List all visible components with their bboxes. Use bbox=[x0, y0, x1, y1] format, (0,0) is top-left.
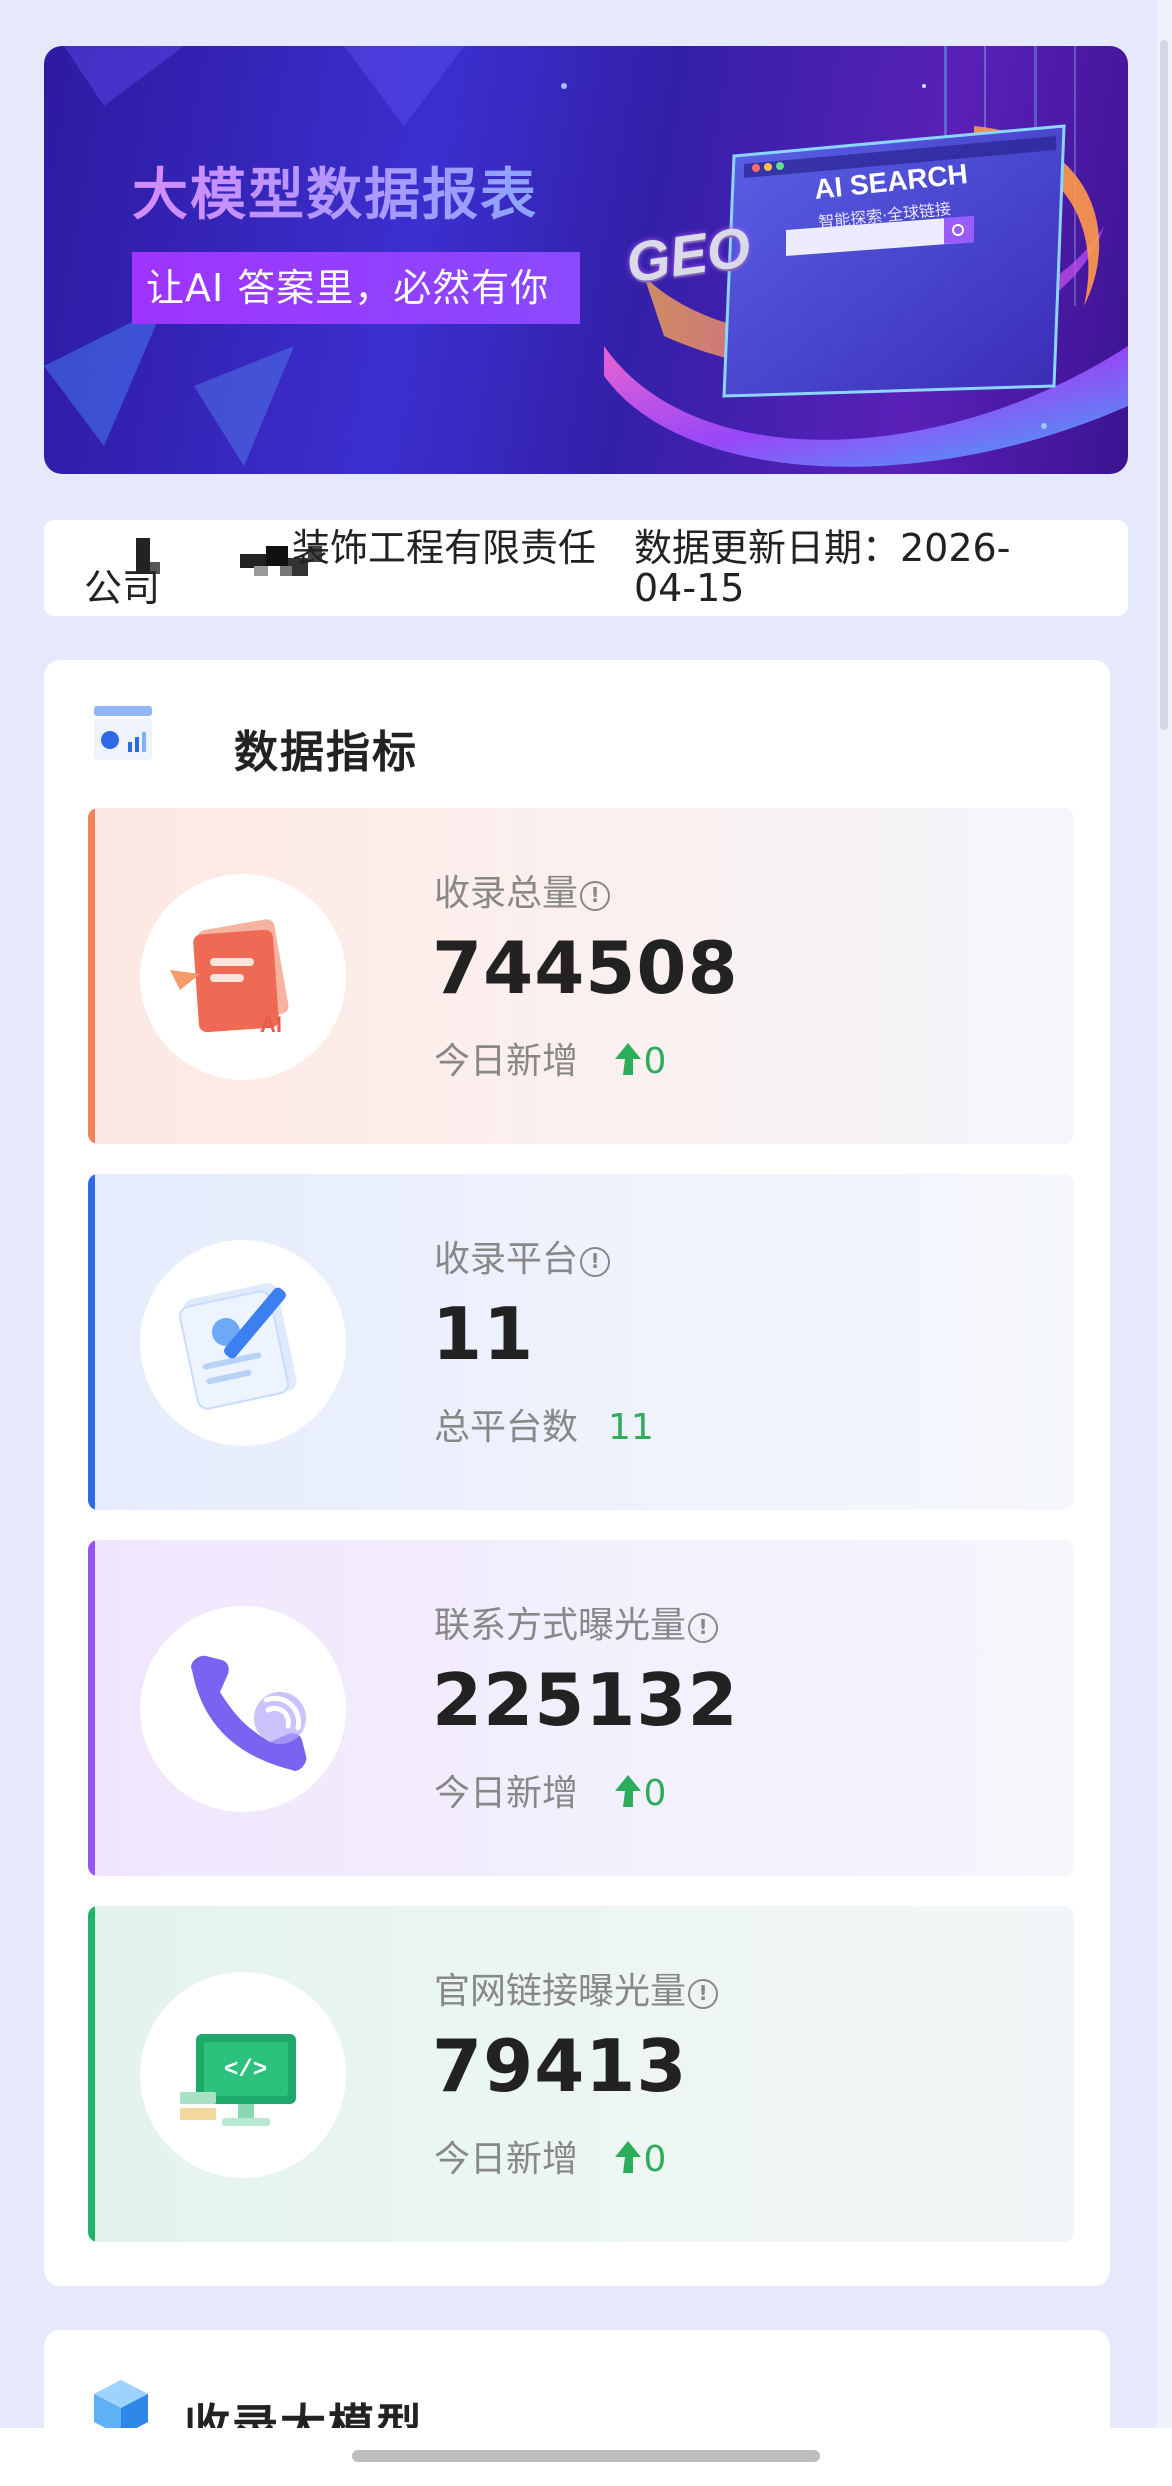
card-sub-row: 总平台数 11 bbox=[434, 1398, 654, 1450]
company-name: 装饰工程有限责任 bbox=[292, 526, 597, 570]
card-icon-badge: AI bbox=[140, 874, 346, 1080]
metric-card-website-exposure[interactable]: </> 官网链接曝光量! 79413 今日新增 0 bbox=[88, 1906, 1074, 2242]
card-label: 联系方式曝光量! bbox=[434, 1596, 719, 1648]
edit-document-icon bbox=[179, 1283, 297, 1410]
banner-tagline: 让AI 答案里，必然有你 bbox=[132, 252, 580, 324]
home-indicator[interactable] bbox=[352, 2450, 820, 2462]
card-label: 收录平台! bbox=[434, 1230, 611, 1282]
card-value: 225132 bbox=[432, 1658, 739, 1742]
card-delta: 0 bbox=[643, 1773, 667, 1814]
card-value: 11 bbox=[432, 1292, 535, 1376]
info-icon[interactable]: ! bbox=[580, 881, 611, 911]
metric-card-total-indexed[interactable]: AI 收录总量! 744508 今日新增 0 bbox=[88, 808, 1074, 1144]
card-delta: 0 bbox=[643, 1041, 667, 1082]
card-sub-label: 今日新增 bbox=[434, 1041, 579, 1082]
up-arrow-icon bbox=[615, 1775, 642, 1807]
info-icon[interactable]: ! bbox=[688, 1613, 719, 1643]
card-sub-label: 今日新增 bbox=[434, 2139, 579, 2180]
card-sub-row: 今日新增 0 bbox=[434, 1032, 666, 1084]
total-platform-count: 11 bbox=[608, 1407, 654, 1448]
card-icon-badge bbox=[140, 1606, 346, 1812]
card-sub-row: 今日新增 0 bbox=[434, 1764, 666, 1816]
card-label: 官网链接曝光量! bbox=[434, 1962, 719, 2014]
card-accent-bar bbox=[88, 1540, 95, 1876]
company-info-bar: 装饰工程有限责任 公司 数据更新日期：2026-04-15 bbox=[44, 520, 1128, 616]
svg-text:</>: </> bbox=[224, 2057, 267, 2084]
card-value: 744508 bbox=[432, 926, 739, 1010]
card-accent-bar bbox=[88, 808, 95, 1144]
scrollbar-thumb[interactable] bbox=[1160, 40, 1168, 730]
hero-banner: 大模型数据报表 让AI 答案里，必然有你 AI SEARCH 智能探索·全球链接… bbox=[44, 46, 1128, 474]
data-dashboard-icon bbox=[94, 706, 152, 760]
card-sub-label: 今日新增 bbox=[434, 1773, 579, 1814]
card-sub-label: 总平台数 bbox=[434, 1407, 579, 1448]
metric-card-contact-exposure[interactable]: 联系方式曝光量! 225132 今日新增 0 bbox=[88, 1540, 1074, 1876]
card-value: 79413 bbox=[432, 2024, 688, 2108]
website-code-icon: </> bbox=[180, 2034, 296, 2126]
document-ai-icon: AI bbox=[170, 919, 289, 1037]
up-arrow-icon bbox=[615, 2141, 642, 2173]
card-accent-bar bbox=[88, 1906, 95, 2242]
card-icon-badge: </> bbox=[140, 1972, 346, 2178]
company-name-tail: 公司 bbox=[84, 568, 161, 608]
up-arrow-icon bbox=[615, 1043, 642, 1075]
info-icon[interactable]: ! bbox=[688, 1979, 719, 2009]
card-delta: 0 bbox=[643, 2139, 667, 2180]
card-accent-bar bbox=[88, 1174, 95, 1510]
metrics-panel: 数据指标 AI 收录总量! 744508 今日新增 0 收录平台 ! 11 总平… bbox=[44, 660, 1110, 2286]
metric-card-platforms[interactable]: 收录平台! 11 总平台数 11 bbox=[88, 1174, 1074, 1510]
card-sub-row: 今日新增 0 bbox=[434, 2130, 666, 2182]
metrics-title: 数据指标 bbox=[234, 727, 418, 778]
card-icon-badge bbox=[140, 1240, 346, 1446]
data-update-date: 数据更新日期：2026-04-15 bbox=[634, 526, 1011, 610]
phone-call-icon bbox=[191, 1655, 307, 1771]
banner-title: 大模型数据报表 bbox=[132, 150, 538, 231]
svg-text:AI: AI bbox=[260, 1012, 282, 1037]
card-label: 收录总量! bbox=[434, 864, 611, 916]
info-icon[interactable]: ! bbox=[580, 1247, 611, 1277]
